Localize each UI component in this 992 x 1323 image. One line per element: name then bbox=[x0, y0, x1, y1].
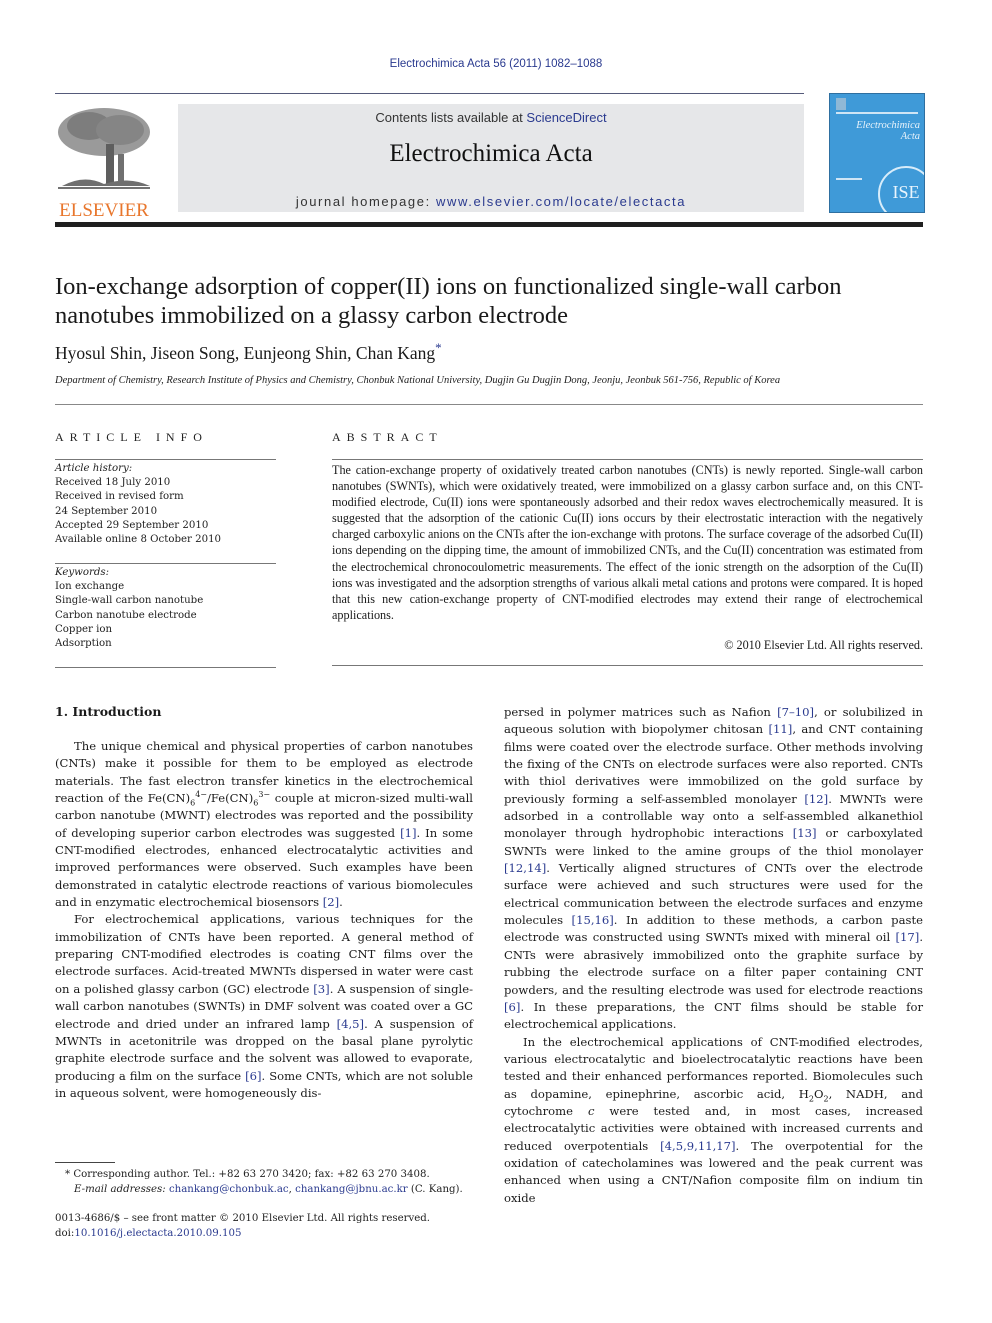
header-rule bbox=[55, 93, 804, 94]
article-info-heading: ARTICLE INFO bbox=[55, 430, 208, 444]
masthead-divider bbox=[55, 222, 923, 227]
body-column-left: The unique chemical and physical propert… bbox=[55, 738, 473, 1102]
paragraph: The unique chemical and physical propert… bbox=[55, 739, 474, 910]
history-item: 24 September 2010 bbox=[55, 505, 158, 517]
history-item: Available online 8 October 2010 bbox=[55, 534, 222, 546]
elsevier-wordmark: ELSEVIER bbox=[59, 200, 149, 221]
info-rule bbox=[55, 563, 276, 564]
issn-line: 0013-4686/$ – see front matter © 2010 El… bbox=[55, 1213, 431, 1224]
doi-prefix: doi: bbox=[55, 1228, 75, 1239]
citation-link[interactable]: [3] bbox=[313, 982, 329, 996]
paper-title: Ion-exchange adsorption of copper(II) io… bbox=[55, 273, 842, 329]
citation-link[interactable]: [17] bbox=[896, 930, 920, 944]
history-item: Accepted 29 September 2010 bbox=[55, 519, 209, 531]
citation-link[interactable]: [12,14] bbox=[504, 861, 546, 875]
contents-prefix: Contents lists available at bbox=[375, 110, 527, 125]
paragraph: For electrochemical applications, variou… bbox=[55, 912, 474, 1100]
cover-editor-line bbox=[836, 178, 862, 180]
paragraph: persed in polymer matrices such as Nafio… bbox=[504, 705, 924, 1032]
sciencedirect-link[interactable]: ScienceDirect bbox=[526, 110, 606, 125]
cover-publisher-icon bbox=[836, 98, 846, 110]
keyword-item: Copper ion bbox=[55, 623, 113, 635]
body-column-right: persed in polymer matrices such as Nafio… bbox=[504, 704, 923, 1207]
keyword-item: Ion exchange bbox=[55, 581, 125, 593]
citation-link[interactable]: [12] bbox=[804, 792, 828, 806]
keywords: Keywords: Ion exchange Single-wall carbo… bbox=[55, 566, 203, 651]
citation-link[interactable]: [1] bbox=[400, 826, 416, 840]
citation-link[interactable]: [7–10] bbox=[777, 705, 814, 719]
abstract-rule bbox=[332, 459, 923, 460]
affiliation-rule bbox=[55, 404, 923, 405]
corresponding-author-footnote: * Corresponding author. Tel.: +82 63 270… bbox=[65, 1169, 463, 1195]
history-item: Received in revised form bbox=[55, 491, 184, 503]
keyword-item: Single-wall carbon nanotube bbox=[55, 595, 204, 607]
info-rule bbox=[55, 459, 276, 460]
cover-title: Electrochimica Acta bbox=[836, 120, 920, 142]
citation-link[interactable]: [4,5] bbox=[337, 1017, 364, 1031]
history-item: Received 18 July 2010 bbox=[55, 477, 171, 489]
ise-seal-icon: ISE bbox=[878, 166, 924, 212]
authors-text: Hyosul Shin, Jiseon Song, Eunjeong Shin,… bbox=[55, 343, 436, 363]
affiliation: Department of Chemistry, Research Instit… bbox=[55, 375, 781, 386]
citation-link[interactable]: [11] bbox=[769, 722, 793, 736]
corresponding-author-marker[interactable]: * bbox=[435, 340, 442, 355]
journal-masthead: Contents lists available at ScienceDirec… bbox=[178, 104, 804, 212]
citation-link[interactable]: [2] bbox=[323, 895, 339, 909]
homepage-prefix: journal homepage: bbox=[295, 194, 437, 209]
keywords-label: Keywords: bbox=[55, 567, 110, 578]
citation-link[interactable]: [4,5,9,11,17] bbox=[660, 1139, 735, 1153]
abstract-heading: ABSTRACT bbox=[332, 430, 443, 444]
cover-subtitle-line bbox=[836, 112, 918, 114]
issn-doi-block: 0013-4686/$ – see front matter © 2010 El… bbox=[55, 1211, 430, 1241]
paragraph: In the electrochemical applications of C… bbox=[504, 1034, 923, 1205]
footnote-rule bbox=[55, 1162, 115, 1163]
abstract-rule bbox=[332, 665, 923, 666]
homepage-link[interactable]: www.elsevier.com/locate/electacta bbox=[436, 194, 686, 209]
journal-citation-link[interactable]: Electrochimica Acta 56 (2011) 1082–1088 bbox=[0, 58, 992, 70]
citation-link[interactable]: [6] bbox=[504, 1000, 520, 1014]
journal-homepage: journal homepage: www.elsevier.com/locat… bbox=[178, 194, 804, 209]
keyword-item: Carbon nanotube electrode bbox=[55, 609, 197, 621]
elsevier-tree-icon bbox=[54, 104, 154, 194]
citation-link[interactable]: [13] bbox=[793, 826, 817, 840]
citation-link[interactable]: [15,16] bbox=[572, 913, 614, 927]
elsevier-logo[interactable]: ELSEVIER bbox=[54, 104, 154, 221]
citation-link[interactable]: [6] bbox=[245, 1069, 261, 1083]
doi-link[interactable]: 10.1016/j.electacta.2010.09.105 bbox=[74, 1228, 241, 1239]
info-rule bbox=[55, 667, 276, 668]
abstract-copyright: © 2010 Elsevier Ltd. All rights reserved… bbox=[724, 638, 923, 652]
footnote-contact: Corresponding author. Tel.: +82 63 270 3… bbox=[70, 1169, 430, 1180]
cover-title-line1: Electrochimica bbox=[856, 120, 920, 131]
email-link[interactable]: chankang@jbnu.ac.kr bbox=[295, 1184, 408, 1195]
author-list: Hyosul Shin, Jiseon Song, Eunjeong Shin,… bbox=[55, 340, 442, 364]
section-heading-introduction: 1. Introduction bbox=[55, 704, 162, 719]
email-label: E-mail addresses: bbox=[74, 1184, 166, 1195]
contents-availability: Contents lists available at ScienceDirec… bbox=[178, 110, 804, 125]
email-link[interactable]: chankang@chonbuk.ac bbox=[169, 1184, 289, 1195]
history-label: Article history: bbox=[55, 463, 133, 474]
abstract-text: The cation-exchange property of oxidativ… bbox=[332, 463, 923, 622]
article-history: Article history: Received 18 July 2010 R… bbox=[55, 462, 221, 547]
cover-title-line2: Acta bbox=[900, 131, 920, 142]
keyword-item: Adsorption bbox=[55, 638, 112, 650]
journal-cover-thumbnail[interactable]: Electrochimica Acta ISE bbox=[829, 93, 925, 213]
journal-title: Electrochimica Acta bbox=[389, 140, 593, 167]
